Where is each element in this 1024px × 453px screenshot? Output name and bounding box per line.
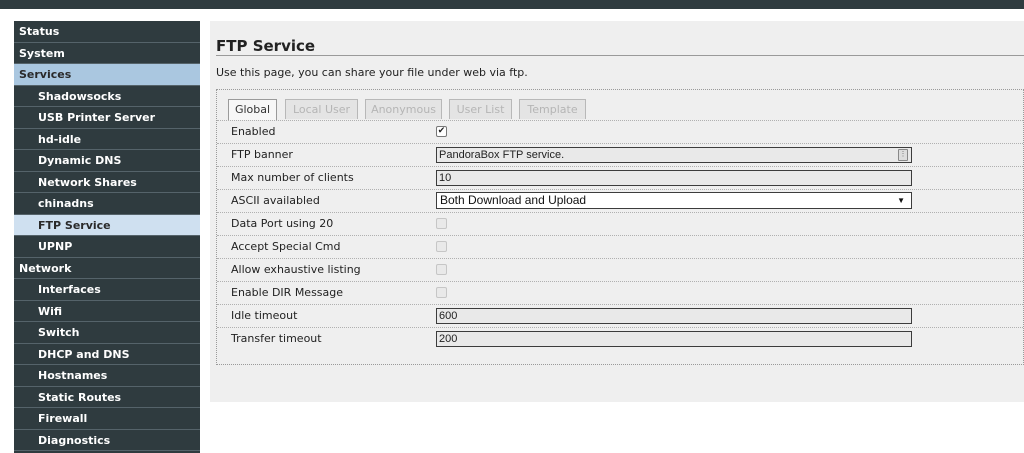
ftp-banner-input[interactable]: PandoraBox FTP service. ⋮ [436,147,912,163]
tab-anonymous[interactable]: Anonymous [365,99,442,119]
sidebar-item-firewall[interactable]: Firewall [14,408,200,430]
field-assist-icon[interactable]: ⋮ [898,149,908,161]
sidebar-item-usb-printer-server[interactable]: USB Printer Server [14,107,200,129]
exhaustive-listing-checkbox[interactable] [436,264,447,275]
page-description: Use this page, you can share your file u… [216,66,528,79]
exhaustive-listing-label: Allow exhaustive listing [231,263,361,276]
sidebar-item-switch[interactable]: Switch [14,322,200,344]
main-content: FTP Service Use this page, you can share… [210,21,1024,402]
transfer-timeout-label: Transfer timeout [231,332,322,345]
sidebar-item-wifi[interactable]: Wifi [14,301,200,322]
idle-timeout-value: 600 [439,310,458,322]
sidebar-item-services[interactable]: Services [14,64,200,86]
settings-panel: Global Local User Anonymous User List Te… [216,89,1024,365]
idle-timeout-input[interactable]: 600 [436,308,912,324]
idle-timeout-label: Idle timeout [231,309,298,322]
row-dir-message: Enable DIR Message [217,281,1024,304]
sidebar-item-shadowsocks[interactable]: Shadowsocks [14,86,200,107]
transfer-timeout-input[interactable]: 200 [436,331,912,347]
row-ftp-banner: FTP banner PandoraBox FTP service. ⋮ [217,143,1024,166]
tab-template[interactable]: Template [519,99,586,119]
row-ascii: ASCII availabled Both Download and Uploa… [217,189,1024,212]
sidebar-item-upnp[interactable]: UPNP [14,236,200,258]
sidebar-item-diagnostics[interactable]: Diagnostics [14,430,200,451]
ascii-select[interactable]: Both Download and Upload ▼ [436,192,912,209]
row-max-clients: Max number of clients 10 [217,166,1024,189]
max-clients-value: 10 [439,172,452,184]
row-transfer-timeout: Transfer timeout 200 [217,327,1024,350]
sidebar-item-status[interactable]: Status [14,21,200,43]
check-icon: ✔ [437,126,446,136]
sidebar-item-system[interactable]: System [14,42,200,64]
sidebar-item-dynamic-dns[interactable]: Dynamic DNS [14,150,200,172]
dir-message-label: Enable DIR Message [231,286,344,299]
transfer-timeout-value: 200 [439,333,458,345]
top-bar [0,0,1024,9]
sidebar-item-ftp-service[interactable]: FTP Service [14,214,200,236]
enabled-label: Enabled [231,125,276,138]
dir-message-checkbox[interactable] [436,287,447,298]
ascii-selected-value: Both Download and Upload [440,193,587,207]
max-clients-input[interactable]: 10 [436,170,912,186]
chevron-down-icon: ▼ [897,196,905,205]
sidebar-item-interfaces[interactable]: Interfaces [14,279,200,301]
sidebar-item-network-shares[interactable]: Network Shares [14,172,200,193]
sidebar-item-static-routes[interactable]: Static Routes [14,387,200,408]
sidebar-item-chinadns[interactable]: chinadns [14,193,200,215]
special-cmd-checkbox[interactable] [436,241,447,252]
data-port-label: Data Port using 20 [231,217,334,230]
tab-local-user[interactable]: Local User [285,99,358,119]
form-rows: Enabled ✔ FTP banner PandoraBox FTP serv… [217,120,1024,350]
sidebar-item-hostnames[interactable]: Hostnames [14,365,200,387]
special-cmd-label: Accept Special Cmd [231,240,341,253]
enabled-checkbox[interactable]: ✔ [436,126,447,137]
max-clients-label: Max number of clients [231,171,354,184]
sidebar-item-hd-idle[interactable]: hd-idle [14,129,200,150]
row-data-port: Data Port using 20 [217,212,1024,235]
sidebar-item-network[interactable]: Network [14,257,200,279]
ascii-label: ASCII availabled [231,194,320,207]
row-idle-timeout: Idle timeout 600 [217,304,1024,327]
row-exhaustive-listing: Allow exhaustive listing [217,258,1024,281]
tab-global[interactable]: Global [228,99,277,120]
tab-user-list[interactable]: User List [449,99,512,119]
page-title: FTP Service [216,37,316,55]
ftp-banner-value: PandoraBox FTP service. [439,149,565,161]
row-enabled: Enabled ✔ [217,120,1024,143]
title-divider [216,55,1024,56]
sidebar-nav: Status System Services Shadowsocks USB P… [14,21,200,453]
row-special-cmd: Accept Special Cmd [217,235,1024,258]
data-port-checkbox[interactable] [436,218,447,229]
sidebar-item-dhcp-and-dns[interactable]: DHCP and DNS [14,344,200,365]
ftp-banner-label: FTP banner [231,148,293,161]
